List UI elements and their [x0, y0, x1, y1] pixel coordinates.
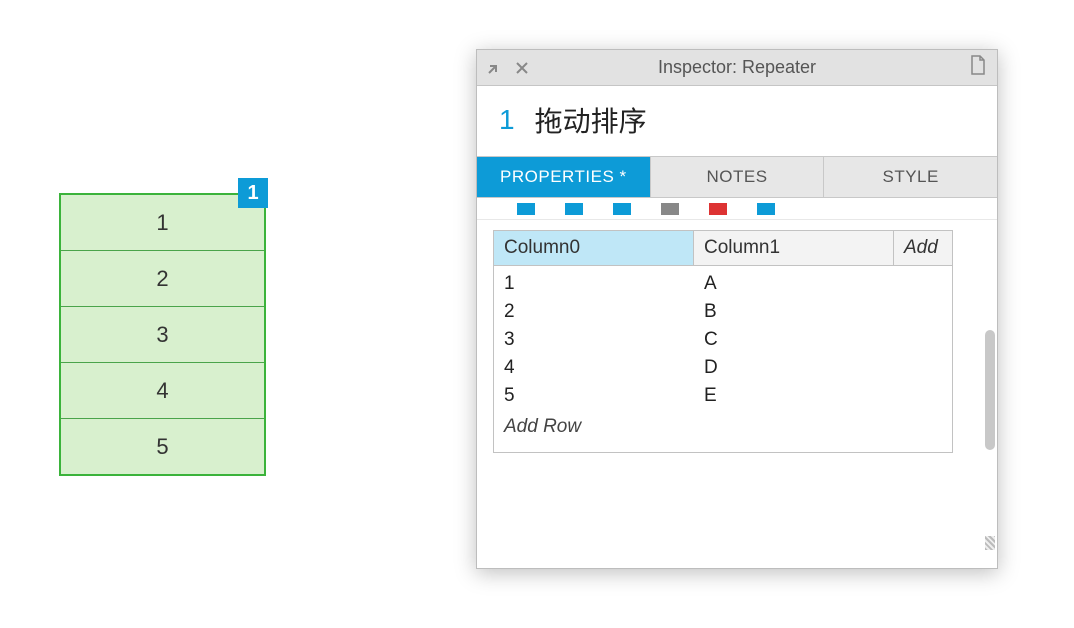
column-header-0[interactable]: Column0 [494, 231, 694, 265]
inspector-tabs: PROPERTIES * NOTES STYLE [477, 156, 997, 198]
repeater-row[interactable]: 4 [60, 362, 265, 419]
inspector-header: 1 拖动排序 [477, 86, 997, 156]
add-row-button[interactable]: Add Row [494, 410, 952, 444]
grid-cell[interactable]: 5 [494, 382, 694, 410]
grid-row[interactable]: 1 A [494, 270, 952, 298]
grid-cell[interactable]: 4 [494, 354, 694, 382]
layout-icon[interactable] [565, 203, 583, 215]
repeater-row[interactable]: 1 [60, 194, 265, 251]
grid-row[interactable]: 3 C [494, 326, 952, 354]
grid-cell[interactable]: 2 [494, 298, 694, 326]
tab-notes[interactable]: NOTES [651, 157, 825, 197]
document-icon[interactable] [969, 55, 987, 75]
repeater-dataset-area: Column0 Column1 Add 1 A 2 B 3 C 4 [477, 220, 997, 568]
repeater-row[interactable]: 5 [60, 418, 265, 475]
grid-cell[interactable]: D [694, 354, 894, 382]
tab-properties[interactable]: PROPERTIES * [477, 157, 651, 197]
grid-row[interactable]: 2 B [494, 298, 952, 326]
repeater-widget[interactable]: 1 1 2 3 4 5 [60, 194, 265, 475]
layout-icon[interactable] [661, 203, 679, 215]
layout-icon[interactable] [613, 203, 631, 215]
grid-cell[interactable]: A [694, 270, 894, 298]
element-index: 1 [499, 104, 515, 136]
inspector-title: Inspector: Repeater [477, 57, 997, 78]
layout-icon[interactable] [709, 203, 727, 215]
undock-icon[interactable] [487, 61, 501, 75]
tab-style[interactable]: STYLE [824, 157, 997, 197]
grid-cell[interactable]: 1 [494, 270, 694, 298]
vertical-scrollbar[interactable] [985, 330, 995, 450]
grid-row[interactable]: 4 D [494, 354, 952, 382]
close-icon[interactable] [515, 61, 529, 75]
layout-icon[interactable] [757, 203, 775, 215]
inspector-titlebar[interactable]: Inspector: Repeater [477, 50, 997, 86]
repeater-row[interactable]: 2 [60, 250, 265, 307]
inspector-panel: Inspector: Repeater 1 拖动排序 PROPERTIES * … [476, 49, 998, 569]
grid-cell[interactable]: B [694, 298, 894, 326]
selection-index-badge: 1 [238, 178, 268, 208]
repeater-row[interactable]: 3 [60, 306, 265, 363]
grid-row[interactable]: 5 E [494, 382, 952, 410]
resize-grip-icon[interactable] [985, 536, 995, 550]
add-column-button[interactable]: Add [894, 231, 952, 265]
grid-cell[interactable]: 3 [494, 326, 694, 354]
element-name[interactable]: 拖动排序 [535, 100, 647, 140]
grid-cell[interactable]: C [694, 326, 894, 354]
grid-header: Column0 Column1 Add [494, 231, 952, 266]
column-header-1[interactable]: Column1 [694, 231, 894, 265]
repeater-dataset-grid[interactable]: Column0 Column1 Add 1 A 2 B 3 C 4 [493, 230, 953, 453]
layout-icon[interactable] [517, 203, 535, 215]
grid-body: 1 A 2 B 3 C 4 D 5 E A [494, 266, 952, 452]
grid-cell[interactable]: E [694, 382, 894, 410]
properties-toolbar [477, 198, 997, 220]
